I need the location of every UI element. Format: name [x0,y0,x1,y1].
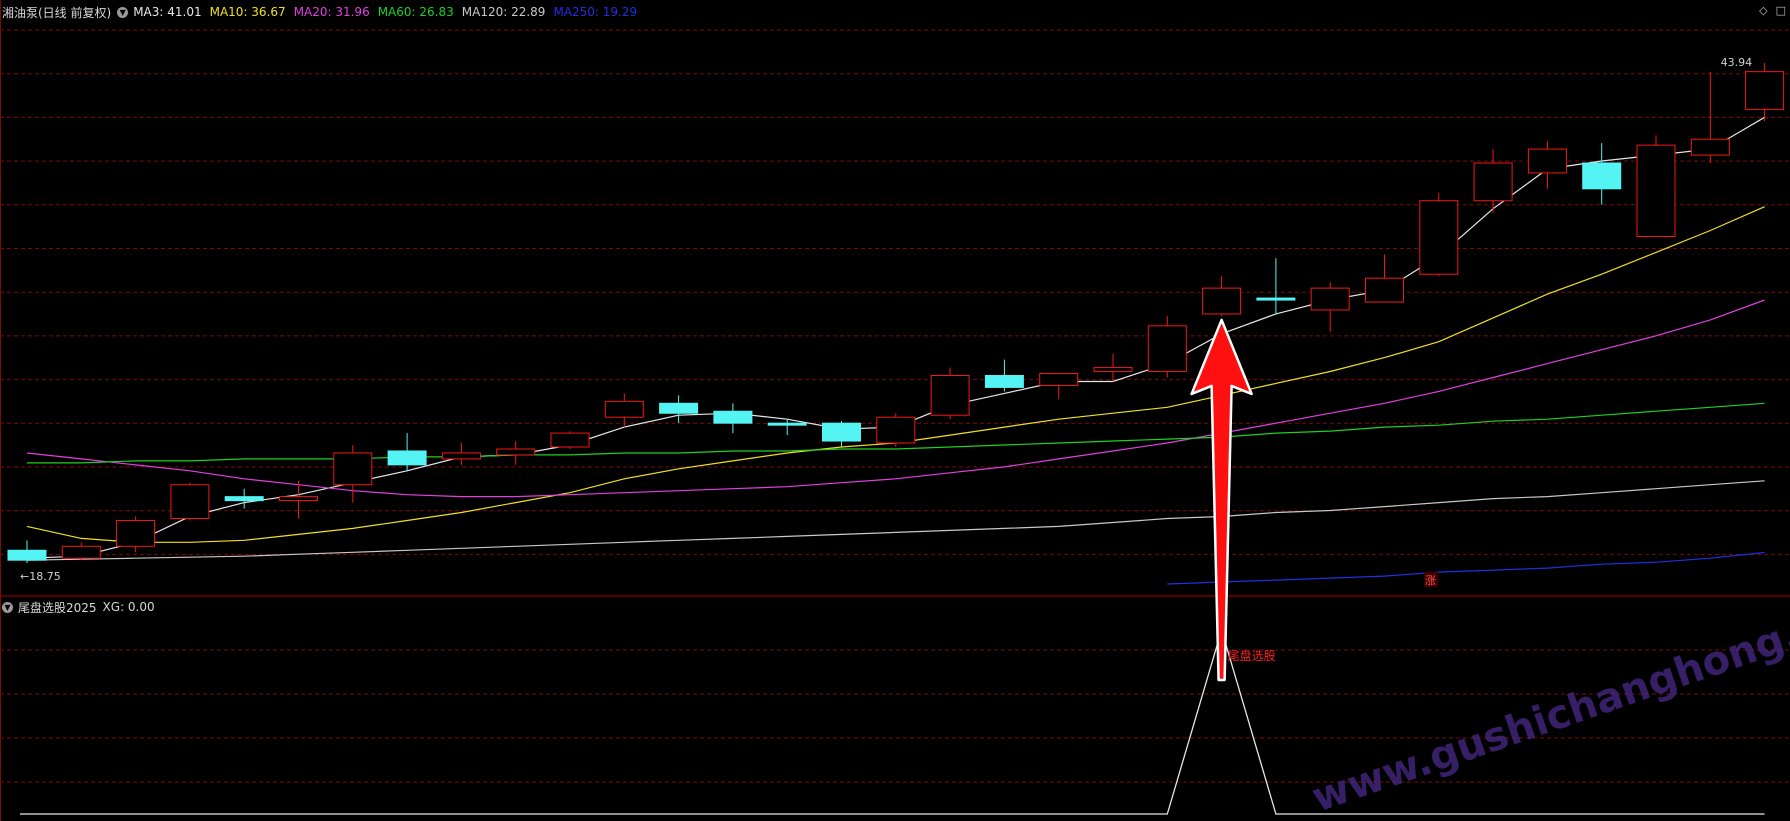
candle-body [1093,367,1133,373]
candle-body [767,422,807,426]
stock-chart[interactable]: 尾盘选股 43.94 ←18.75 涨www.gushichanghong.com [0,0,1790,821]
candle[interactable] [61,542,101,561]
sub-panel-legend: ▼ 尾盘选股2025 XG: 0.00 [2,598,155,616]
candle[interactable] [1147,315,1187,378]
candle-body [1745,71,1785,110]
candle-body [659,402,699,414]
candle-body [713,410,753,424]
candle[interactable] [1365,254,1404,303]
ma-legend-ma3: MA3: 41.01 [133,5,202,19]
rise-mark: 涨 [1425,574,1436,587]
watermark: www.gushichanghong.com [1306,581,1790,821]
candle[interactable] [550,431,590,449]
ma-legend-ma120: MA120: 22.89 [461,5,546,19]
candle[interactable] [1636,135,1676,237]
ma-legend-ma60: MA60: 26.83 [377,5,454,19]
ma-legend-ma10: MA10: 36.67 [209,5,286,19]
candle-body [441,452,481,460]
window-controls: ◇ □ [1759,4,1786,17]
candle-body [550,432,590,448]
candle[interactable] [1527,141,1567,189]
candle[interactable] [876,413,916,447]
candle[interactable] [713,403,753,434]
ma-line-ma250 [1167,551,1765,585]
diamond-icon[interactable]: ◇ [1759,4,1767,17]
candle[interactable] [1473,149,1513,213]
candle-body [61,545,101,559]
candle[interactable] [1039,373,1079,400]
candle[interactable] [659,395,699,424]
candle[interactable] [1745,62,1785,122]
candle[interactable] [387,433,427,471]
candle-body [1365,277,1404,303]
main-chart-legend: 湘油泵(日线 前复权) ▼ MA3: 41.01 MA10: 36.67 MA20:… [2,3,645,21]
candle-body [1636,144,1676,237]
candle-body [1419,200,1459,275]
candle[interactable] [822,421,861,447]
candle-body [1039,373,1079,386]
candle-body [496,448,536,456]
ma-legend-items: MA3: 41.01 MA10: 36.67 MA20: 31.96 MA60: 26… [133,5,645,19]
candle-body [333,452,373,486]
candle[interactable] [7,540,47,564]
xg-value-label: XG: 0.00 [102,600,155,614]
ma-legend-ma20: MA20: 31.96 [293,5,370,19]
candle[interactable] [984,359,1024,392]
stock-title: 湘油泵(日线 前复权) [2,5,112,20]
candle-body [116,519,156,547]
window-icon[interactable]: □ [1776,4,1786,17]
sub-panel-title: 尾盘选股2025 [18,600,97,615]
candle[interactable] [496,441,536,465]
candle-body [279,496,318,502]
sub-settings-toggle-icon[interactable]: ▼ [2,601,13,613]
candle[interactable] [333,445,373,503]
candle[interactable] [604,393,644,428]
low-price-label: ←18.75 [20,570,61,583]
high-price-label: 43.94 [1721,56,1753,69]
settings-toggle-icon[interactable]: ▼ [117,6,129,18]
candle-body [1147,325,1187,373]
candle-body [170,484,210,519]
candle-body [1310,287,1350,311]
xg-signal-label: 尾盘选股 [1228,648,1276,663]
candle-body [822,422,861,442]
candle-body [7,549,47,561]
candle-body [984,375,1024,388]
ma-line-ma120 [26,480,1765,561]
candle-body [1582,162,1622,190]
signal-arrow [1190,318,1253,682]
candle-body [1473,162,1513,202]
candle[interactable] [930,367,970,420]
candle[interactable] [441,443,481,465]
candle[interactable] [1310,282,1350,332]
candle-body [1690,138,1730,156]
candle[interactable] [170,482,210,521]
candle-body [387,450,427,466]
candle-body [1256,297,1296,301]
candle[interactable] [1202,276,1242,316]
candle-body [604,400,644,418]
candle-body [930,375,970,416]
candle[interactable] [1256,258,1296,314]
grid-lines [0,0,1790,821]
ma-legend-ma250: MA250: 19.29 [553,5,638,19]
candlestick-series[interactable] [7,62,1785,564]
candle-body [1527,148,1567,174]
candle-body [224,496,264,502]
candle[interactable] [116,516,156,553]
candle[interactable] [1582,143,1622,205]
candle-body [876,416,916,444]
candle[interactable] [1419,192,1459,277]
candle-body [1202,287,1242,315]
